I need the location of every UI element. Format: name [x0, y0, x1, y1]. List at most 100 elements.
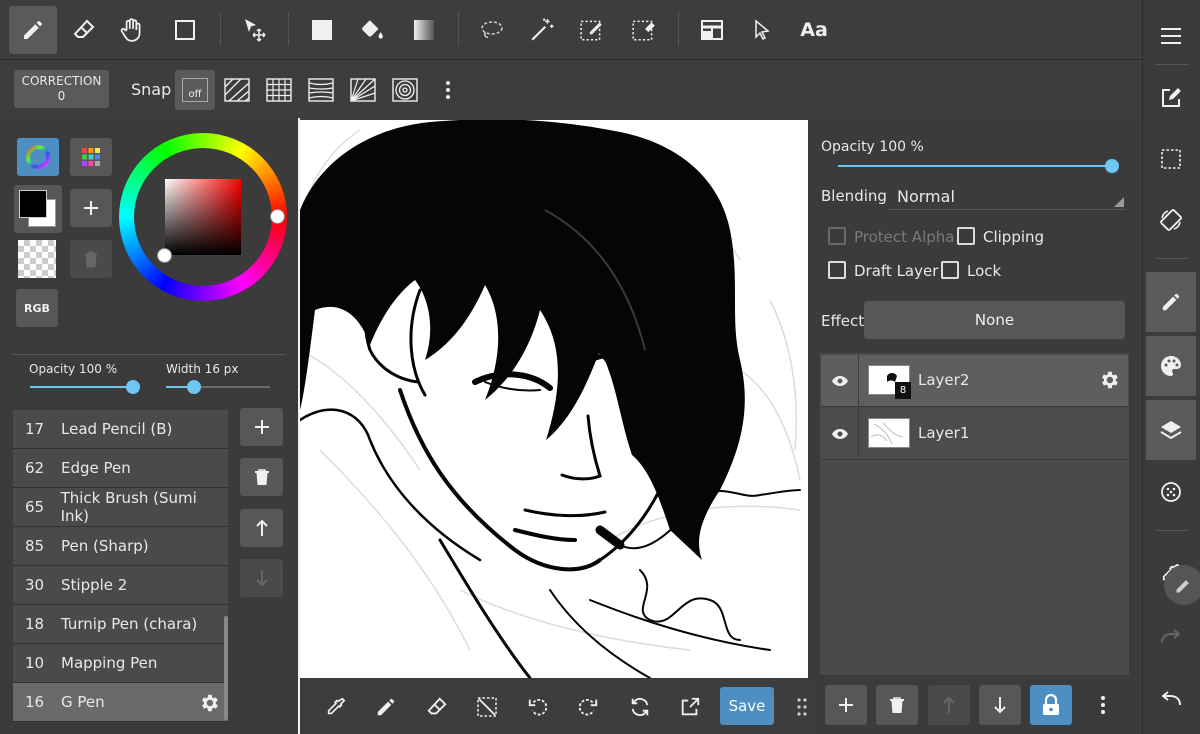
- brush-name: Mapping Pen: [61, 654, 158, 672]
- snap-grid-button[interactable]: [259, 70, 299, 110]
- add-color-button[interactable]: [70, 189, 112, 227]
- layer-panel-button[interactable]: [1146, 400, 1196, 460]
- redo-rail-button[interactable]: [1146, 606, 1196, 666]
- bottom-eraser-button[interactable]: [421, 692, 453, 722]
- trash-icon: [85, 251, 97, 268]
- brush-item[interactable]: 30 Stipple 2: [13, 566, 228, 605]
- effect-button[interactable]: None: [864, 301, 1125, 339]
- lock-checkbox[interactable]: [941, 261, 959, 279]
- protect-alpha-checkbox[interactable]: [828, 227, 846, 245]
- brush-settings-gear-icon[interactable]: [198, 692, 220, 714]
- grid-icon: [266, 78, 292, 102]
- text-tool-button[interactable]: Aa: [790, 6, 838, 54]
- delete-color-button[interactable]: [70, 240, 112, 278]
- lock-layer-button[interactable]: [1030, 685, 1072, 725]
- brush-list-scrollbar[interactable]: [224, 616, 228, 720]
- move-brush-up-button[interactable]: [240, 509, 283, 547]
- deselect-button[interactable]: [471, 692, 503, 722]
- color-swatch-button[interactable]: [14, 185, 62, 233]
- pen-tool-button[interactable]: [9, 6, 57, 54]
- color-wheel[interactable]: [119, 133, 287, 301]
- share-button[interactable]: [674, 692, 706, 722]
- flip-button[interactable]: [624, 692, 656, 722]
- brush-item[interactable]: 62 Edge Pen: [13, 449, 228, 488]
- color-handle[interactable]: [157, 248, 172, 263]
- material-button[interactable]: [1146, 462, 1196, 522]
- add-brush-button[interactable]: [240, 408, 283, 446]
- eyedropper-button[interactable]: [320, 692, 352, 722]
- brush-item-selected[interactable]: 16 G Pen: [13, 683, 228, 722]
- eraser-tool-button[interactable]: [60, 6, 108, 54]
- color-panel-button[interactable]: [1146, 336, 1196, 396]
- shape-tool-button[interactable]: [161, 6, 209, 54]
- brush-item[interactable]: 18 Turnip Pen (chara): [13, 605, 228, 644]
- snap-radial-button[interactable]: [343, 70, 383, 110]
- brush-width-slider[interactable]: [166, 380, 270, 394]
- gradient-tool-button[interactable]: [400, 6, 448, 54]
- clipping-label: Clipping: [983, 228, 1045, 246]
- hand-tool-button[interactable]: [108, 6, 156, 54]
- layer-settings-gear-icon[interactable]: [1098, 369, 1120, 391]
- snap-more-button[interactable]: [428, 70, 468, 110]
- move-tool-button[interactable]: [231, 6, 279, 54]
- color-wheel-tab[interactable]: [17, 138, 59, 176]
- layer-visibility-toggle[interactable]: [821, 355, 859, 407]
- snap-parallel-button[interactable]: [217, 70, 257, 110]
- layer-opacity-knob[interactable]: [1105, 159, 1119, 173]
- horizontal-lines-icon: [308, 78, 334, 102]
- delete-layer-button[interactable]: [876, 685, 918, 725]
- hue-handle[interactable]: [270, 209, 285, 224]
- blending-select[interactable]: Normal: [888, 182, 1126, 210]
- layer-more-button[interactable]: [1082, 685, 1124, 725]
- snap-concentric-lines-button[interactable]: [301, 70, 341, 110]
- menu-button[interactable]: [1146, 6, 1196, 66]
- correction-button[interactable]: CORRECTION 0: [14, 70, 109, 108]
- add-layer-button[interactable]: [825, 685, 867, 725]
- bucket-tool-button[interactable]: [348, 6, 396, 54]
- layer-visibility-toggle[interactable]: [821, 408, 859, 460]
- operation-tool-button[interactable]: [738, 6, 786, 54]
- rgb-mode-button[interactable]: RGB: [16, 289, 58, 327]
- saturation-value-square[interactable]: [165, 179, 241, 255]
- drawing-canvas[interactable]: [300, 120, 808, 678]
- brush-opacity-slider[interactable]: [30, 380, 140, 394]
- fill-rect-tool-button[interactable]: [298, 6, 346, 54]
- lock-label: Lock: [967, 262, 1002, 280]
- selection-eraser-button[interactable]: [620, 6, 668, 54]
- move-layer-down-button[interactable]: [979, 685, 1021, 725]
- frame-tool-button[interactable]: [688, 6, 736, 54]
- clipping-checkbox[interactable]: [957, 227, 975, 245]
- snap-off-button[interactable]: off: [175, 70, 215, 110]
- brush-item[interactable]: 85 Pen (Sharp): [13, 527, 228, 566]
- magic-wand-tool-button[interactable]: [518, 6, 566, 54]
- layer-opacity-slider[interactable]: [838, 159, 1119, 173]
- delete-brush-button[interactable]: [240, 458, 283, 496]
- brush-item[interactable]: 65 Thick Brush (Sumi Ink): [13, 488, 228, 527]
- snap-circle-button[interactable]: [385, 70, 425, 110]
- undo-button[interactable]: [522, 692, 554, 722]
- brush-opacity-knob[interactable]: [126, 380, 140, 394]
- brush-item[interactable]: 10 Mapping Pen: [13, 644, 228, 683]
- draft-layer-checkbox[interactable]: [828, 261, 846, 279]
- move-brush-down-button[interactable]: [240, 559, 283, 597]
- draft-layer-label: Draft Layer: [854, 262, 939, 280]
- layer-row-layer1[interactable]: Layer1: [821, 408, 1128, 460]
- selection-pen-button[interactable]: [568, 6, 616, 54]
- redo-button[interactable]: [572, 692, 604, 722]
- move-layer-up-button[interactable]: [928, 685, 970, 725]
- undo-rail-button[interactable]: [1146, 668, 1196, 728]
- save-button[interactable]: Save: [720, 687, 774, 725]
- lasso-tool-button[interactable]: [468, 6, 516, 54]
- brush-width-knob[interactable]: [187, 380, 201, 394]
- layer-row-layer2[interactable]: 8 Layer2: [821, 355, 1128, 407]
- brush-panel-button[interactable]: [1146, 272, 1196, 332]
- edit-button[interactable]: [1146, 68, 1196, 128]
- transparent-color-button[interactable]: [18, 240, 56, 278]
- select-all-button[interactable]: [1146, 129, 1196, 189]
- bottom-pen-button[interactable]: [370, 692, 402, 722]
- rotate-canvas-button[interactable]: [1146, 190, 1196, 250]
- floating-pen-toggle[interactable]: [1164, 565, 1200, 605]
- correction-value: 0: [57, 89, 66, 103]
- brush-item[interactable]: 17 Lead Pencil (B): [13, 410, 228, 449]
- color-palette-tab[interactable]: [70, 138, 112, 176]
